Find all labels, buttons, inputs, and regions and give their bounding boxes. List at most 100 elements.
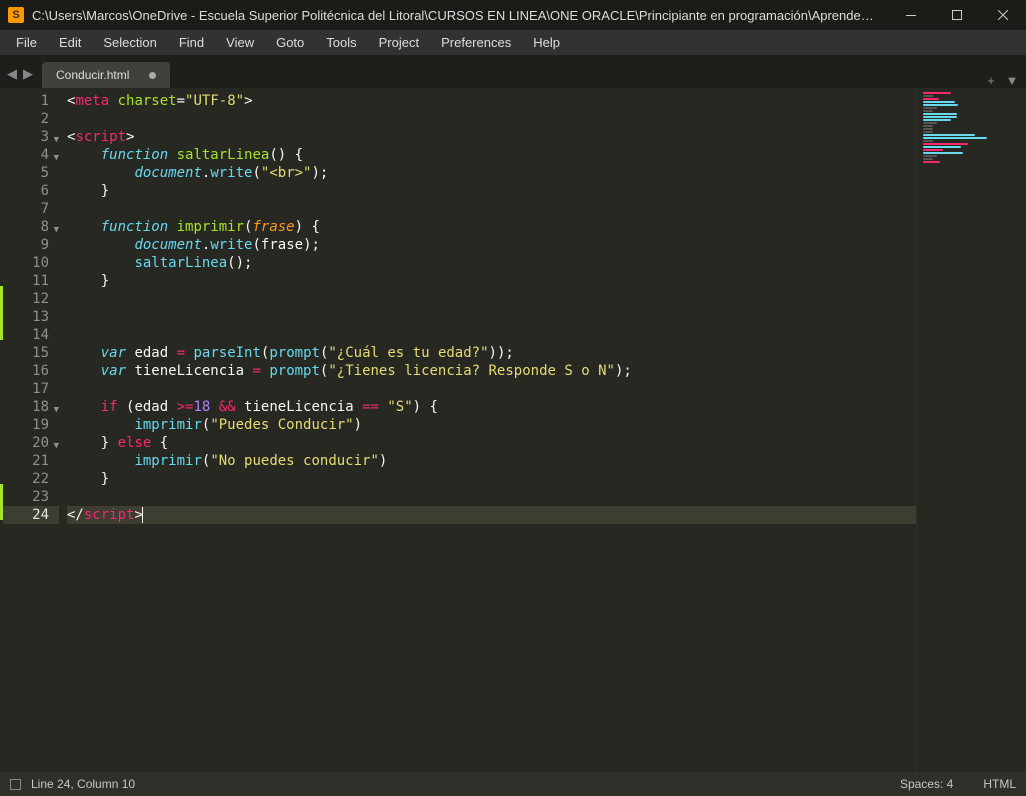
code-line[interactable]: if (edad >=18 && tieneLicencia == "S") { — [67, 398, 916, 416]
code-line[interactable] — [67, 488, 916, 506]
status-syntax[interactable]: HTML — [983, 777, 1016, 791]
editor-area: 123456789101112131415161718192021222324 … — [0, 88, 1026, 772]
status-cursor-position[interactable]: Line 24, Column 10 — [31, 777, 135, 791]
menu-bar: FileEditSelectionFindViewGotoToolsProjec… — [0, 30, 1026, 56]
panel-switcher-icon[interactable] — [10, 779, 21, 790]
tab-history-forward-icon[interactable]: ▶ — [20, 60, 36, 88]
code-line[interactable]: imprimir("No puedes conducir") — [67, 452, 916, 470]
minimap-line — [923, 122, 937, 124]
code-line[interactable]: document.write(frase); — [67, 236, 916, 254]
code-editor[interactable]: <meta charset="UTF-8"> <script> function … — [59, 88, 916, 772]
menu-edit[interactable]: Edit — [49, 32, 91, 53]
minimap-line — [923, 104, 958, 106]
minimap-line — [923, 146, 961, 148]
line-number[interactable]: 9 — [3, 236, 49, 254]
minimap-line — [923, 119, 951, 121]
minimap-line — [923, 98, 939, 100]
menu-help[interactable]: Help — [523, 32, 570, 53]
line-number[interactable]: 12 — [3, 290, 49, 308]
code-line[interactable]: } else { — [67, 434, 916, 452]
line-number[interactable]: 18 — [3, 398, 49, 416]
menu-preferences[interactable]: Preferences — [431, 32, 521, 53]
tab-active[interactable]: Conducir.html — [42, 62, 170, 88]
line-number[interactable]: 14 — [3, 326, 49, 344]
menu-file[interactable]: File — [6, 32, 47, 53]
line-number[interactable]: 15 — [3, 344, 49, 362]
minimap[interactable] — [916, 88, 1026, 772]
menu-find[interactable]: Find — [169, 32, 214, 53]
line-number[interactable]: 1 — [3, 92, 49, 110]
code-line[interactable]: </script> — [67, 506, 916, 524]
line-number[interactable]: 2 — [3, 110, 49, 128]
title-bar: S C:\Users\Marcos\OneDrive - Escuela Sup… — [0, 0, 1026, 30]
code-line[interactable]: saltarLinea(); — [67, 254, 916, 272]
code-line[interactable]: } — [67, 272, 916, 290]
minimap-line — [923, 152, 963, 154]
minimap-line — [923, 158, 933, 160]
line-number[interactable]: 20 — [3, 434, 49, 452]
line-number[interactable]: 6 — [3, 182, 49, 200]
line-number[interactable]: 4 — [3, 146, 49, 164]
menu-project[interactable]: Project — [369, 32, 429, 53]
line-number[interactable]: 5 — [3, 164, 49, 182]
minimap-line — [923, 125, 933, 127]
code-line[interactable] — [67, 326, 916, 344]
line-number[interactable]: 19 — [3, 416, 49, 434]
tab-label: Conducir.html — [56, 68, 129, 82]
app-logo-icon: S — [8, 7, 24, 23]
code-line[interactable]: var tieneLicencia = prompt("¿Tienes lice… — [67, 362, 916, 380]
minimap-line — [923, 101, 955, 103]
minimap-line — [923, 140, 933, 142]
menu-goto[interactable]: Goto — [266, 32, 314, 53]
code-line[interactable]: var edad = parseInt(prompt("¿Cuál es tu … — [67, 344, 916, 362]
status-bar: Line 24, Column 10 Spaces: 4 HTML — [0, 772, 1026, 796]
tab-dropdown-icon[interactable]: ▼ — [1004, 73, 1020, 88]
maximize-button[interactable] — [934, 0, 980, 30]
code-line[interactable] — [67, 308, 916, 326]
code-line[interactable]: <meta charset="UTF-8"> — [67, 92, 916, 110]
code-line[interactable]: function imprimir(frase) { — [67, 218, 916, 236]
minimap-line — [923, 149, 943, 151]
minimize-button[interactable] — [888, 0, 934, 30]
code-line[interactable] — [67, 200, 916, 218]
line-number[interactable]: 8 — [3, 218, 49, 236]
menu-view[interactable]: View — [216, 32, 264, 53]
line-number[interactable]: 13 — [3, 308, 49, 326]
minimap-line — [923, 116, 957, 118]
line-number[interactable]: 7 — [3, 200, 49, 218]
status-indent[interactable]: Spaces: 4 — [900, 777, 953, 791]
close-button[interactable] — [980, 0, 1026, 30]
unsaved-indicator-icon — [149, 72, 156, 79]
text-cursor — [142, 507, 143, 523]
menu-selection[interactable]: Selection — [93, 32, 166, 53]
code-line[interactable]: document.write("<br>"); — [67, 164, 916, 182]
code-line[interactable]: } — [67, 182, 916, 200]
line-number[interactable]: 17 — [3, 380, 49, 398]
minimap-line — [923, 155, 937, 157]
code-line[interactable] — [67, 290, 916, 308]
code-line[interactable]: <script> — [67, 128, 916, 146]
minimap-line — [923, 110, 933, 112]
window-title: C:\Users\Marcos\OneDrive - Escuela Super… — [32, 8, 888, 23]
code-line[interactable] — [67, 380, 916, 398]
line-number[interactable]: 24 — [3, 506, 59, 524]
line-number[interactable]: 22 — [3, 470, 49, 488]
minimap-line — [923, 143, 968, 145]
line-number[interactable]: 23 — [3, 488, 49, 506]
code-line[interactable]: imprimir("Puedes Conducir") — [67, 416, 916, 434]
menu-tools[interactable]: Tools — [316, 32, 366, 53]
line-number[interactable]: 10 — [3, 254, 49, 272]
line-number-gutter[interactable]: 123456789101112131415161718192021222324 — [3, 88, 59, 772]
tab-history-back-icon[interactable]: ◀ — [4, 60, 20, 88]
new-tab-button[interactable]: + — [980, 73, 1002, 88]
line-number[interactable]: 3 — [3, 128, 49, 146]
tab-bar: ◀ ▶ Conducir.html + ▼ — [0, 56, 1026, 88]
code-line[interactable] — [67, 110, 916, 128]
minimap-line — [923, 92, 951, 94]
minimap-line — [923, 137, 987, 139]
code-line[interactable]: function saltarLinea() { — [67, 146, 916, 164]
line-number[interactable]: 21 — [3, 452, 49, 470]
code-line[interactable]: } — [67, 470, 916, 488]
line-number[interactable]: 11 — [3, 272, 49, 290]
line-number[interactable]: 16 — [3, 362, 49, 380]
